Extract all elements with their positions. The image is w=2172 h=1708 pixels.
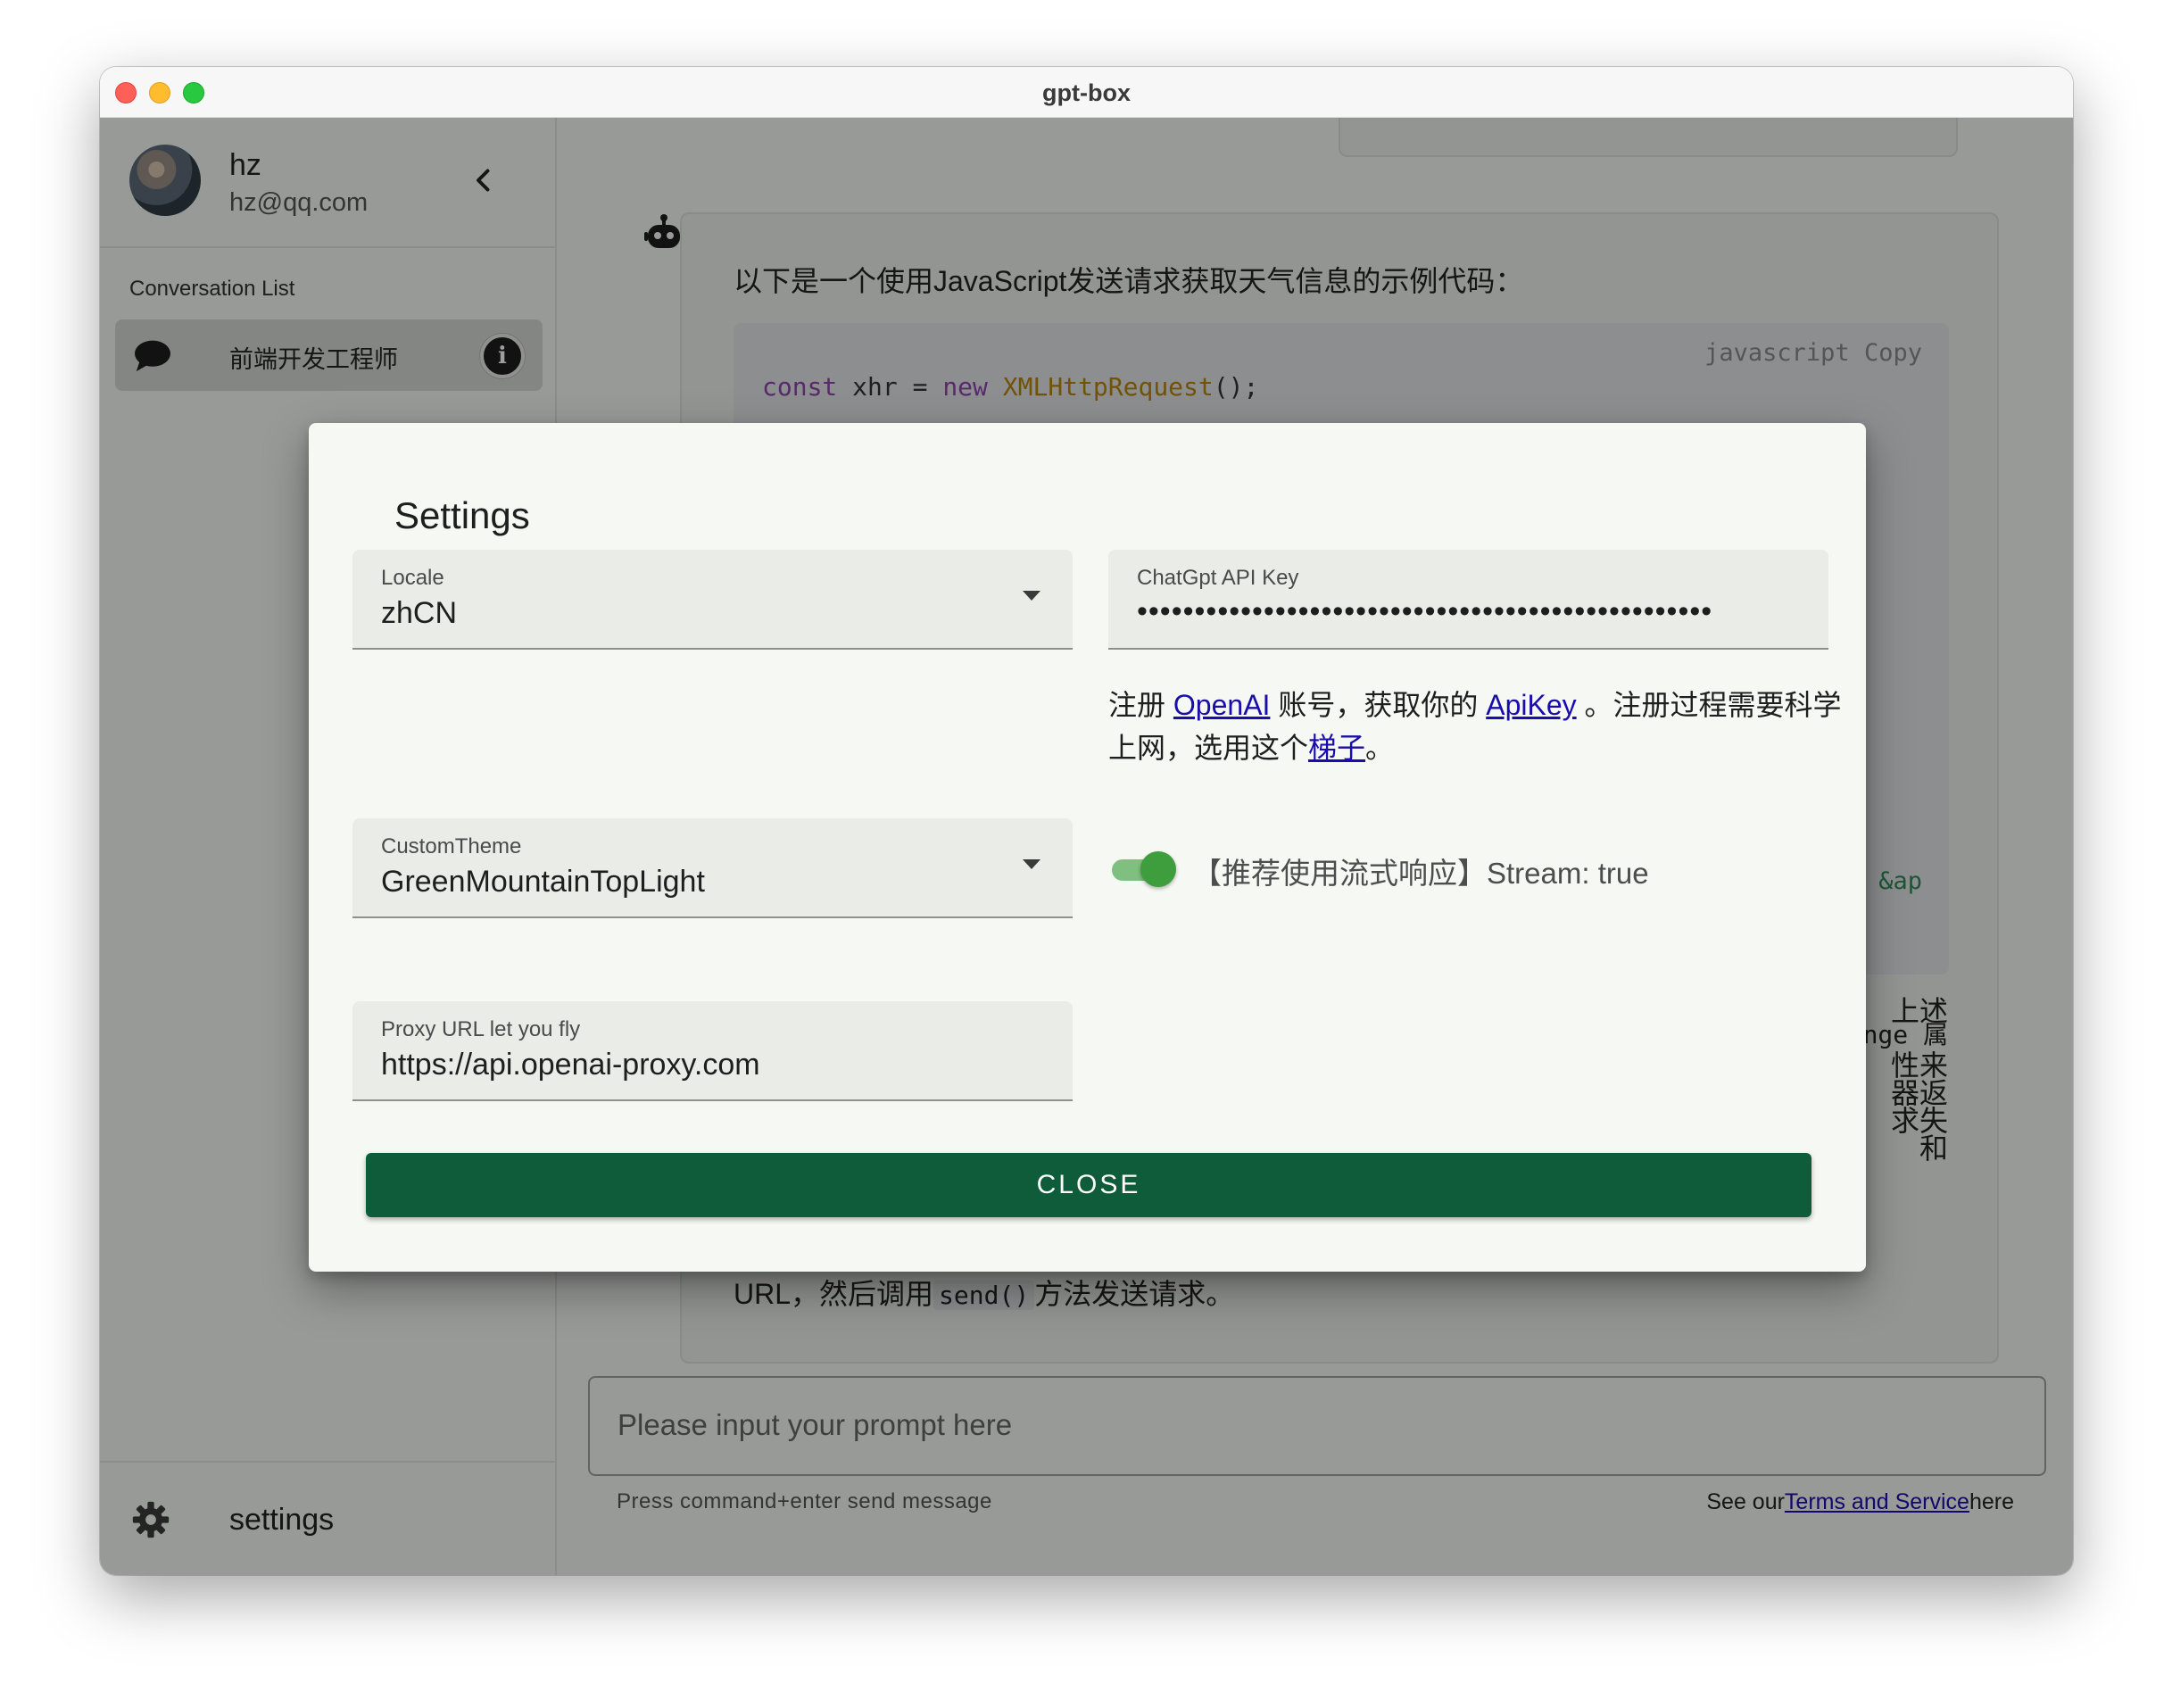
api-key-value: ••••••••••••••••••••••••••••••••••••••••… xyxy=(1137,594,1713,628)
stream-toggle[interactable] xyxy=(1108,846,1180,891)
window-title: gpt-box xyxy=(1042,79,1131,106)
dropdown-arrow-icon xyxy=(1023,591,1040,601)
proxy-url-field[interactable]: Proxy URL let you fly https://api.openai… xyxy=(352,1001,1073,1101)
theme-select[interactable]: CustomTheme GreenMountainTopLight xyxy=(352,818,1073,918)
proxy-tool-link[interactable]: 梯子 xyxy=(1308,732,1365,764)
locale-value: zhCN xyxy=(381,596,458,630)
help-text: 账号，获取你的 xyxy=(1278,689,1479,721)
dialog-title: Settings xyxy=(394,494,530,536)
title-bar: gpt-box xyxy=(100,67,2073,118)
toggle-thumb xyxy=(1140,851,1176,887)
proxy-label: Proxy URL let you fly xyxy=(381,1017,581,1041)
dropdown-arrow-icon xyxy=(1023,859,1040,869)
help-text: 。 xyxy=(1365,732,1395,764)
close-button[interactable]: CLOSE xyxy=(366,1153,1811,1217)
openai-link[interactable]: OpenAI xyxy=(1173,689,1271,721)
api-key-label: ChatGpt API Key xyxy=(1137,566,1299,590)
proxy-value: https://api.openai-proxy.com xyxy=(381,1048,760,1082)
apikey-link[interactable]: ApiKey xyxy=(1486,689,1576,721)
theme-label: CustomTheme xyxy=(381,834,522,858)
settings-dialog: Settings Locale zhCN ChatGpt API Key •••… xyxy=(309,423,1866,1272)
locale-label: Locale xyxy=(381,566,444,590)
locale-select[interactable]: Locale zhCN xyxy=(352,550,1073,650)
api-key-help: 注册 OpenAI 账号，获取你的 ApiKey 。注册过程需要科学上网，选用这… xyxy=(1108,684,1849,769)
help-text: 注册 xyxy=(1108,689,1166,721)
api-key-field[interactable]: ChatGpt API Key ••••••••••••••••••••••••… xyxy=(1108,550,1828,650)
theme-value: GreenMountainTopLight xyxy=(381,865,705,899)
stream-label: 【推荐使用流式响应】Stream: true xyxy=(1192,857,1649,890)
